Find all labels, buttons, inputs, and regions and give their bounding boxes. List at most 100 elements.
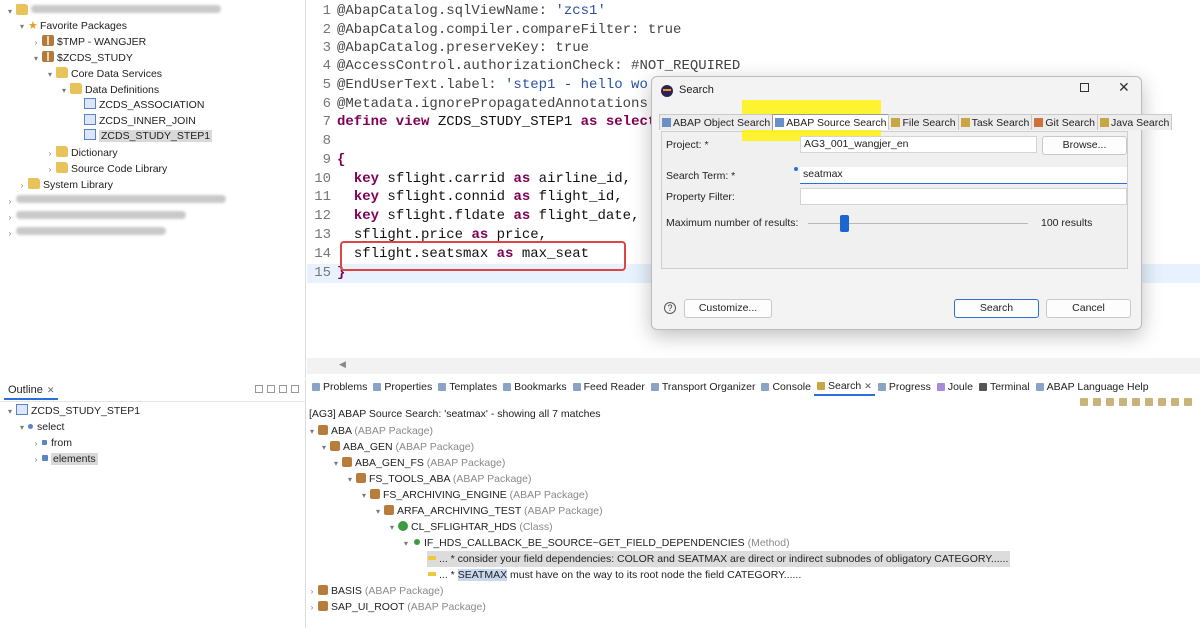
chevron-right-icon[interactable]: › bbox=[44, 146, 56, 162]
result-sap-ui-root[interactable]: › SAP_UI_ROOT (ABAP Package) bbox=[307, 599, 486, 615]
tree-item-favorite-packages[interactable]: ▾ ★ Favorite Packages bbox=[16, 18, 127, 34]
tab-templates[interactable]: Templates bbox=[435, 378, 500, 396]
help-icon[interactable]: ? bbox=[664, 302, 676, 314]
history-icon[interactable] bbox=[1171, 398, 1179, 406]
menu-icon[interactable] bbox=[1184, 398, 1192, 406]
chevron-down-icon[interactable]: ▾ bbox=[44, 67, 56, 83]
tab-properties[interactable]: Properties bbox=[370, 378, 435, 396]
chevron-down-icon[interactable]: ▾ bbox=[401, 536, 411, 552]
outline-item-select[interactable]: ▾ select bbox=[16, 419, 64, 435]
tab-bookmarks[interactable]: Bookmarks bbox=[500, 378, 570, 396]
result-match-2[interactable]: ... * SEATMAX must have on the way to it… bbox=[427, 567, 801, 583]
chevron-right-icon[interactable]: › bbox=[30, 452, 42, 468]
menu-icon[interactable] bbox=[291, 385, 299, 393]
result-cl-sflightar-hds[interactable]: ▾ CL_SFLIGHTAR_HDS (Class) bbox=[387, 519, 553, 535]
close-icon[interactable]: ✕ bbox=[47, 385, 55, 395]
result-match-1[interactable]: ... * consider your field dependencies: … bbox=[427, 551, 1011, 567]
sort-icon[interactable] bbox=[267, 385, 275, 393]
result-aba-gen[interactable]: ▾ ABA_GEN (ABAP Package) bbox=[319, 439, 474, 455]
outline-item-from[interactable]: › from bbox=[30, 435, 72, 451]
property-filter-input[interactable] bbox=[800, 188, 1127, 205]
next-match-icon[interactable] bbox=[1093, 398, 1101, 406]
chevron-right-icon[interactable]: › bbox=[30, 436, 42, 452]
chevron-down-icon[interactable]: ▾ bbox=[387, 520, 397, 536]
result-basis[interactable]: › BASIS (ABAP Package) bbox=[307, 583, 443, 599]
tab-terminal[interactable]: Terminal bbox=[976, 378, 1033, 396]
pin-icon[interactable] bbox=[1080, 398, 1088, 406]
close-icon[interactable]: ✕ bbox=[1118, 80, 1130, 96]
chevron-right-icon[interactable]: › bbox=[307, 584, 317, 600]
chevron-down-icon[interactable]: ▾ bbox=[30, 51, 42, 67]
result-fs-archiving-engine[interactable]: ▾ FS_ARCHIVING_ENGINE (ABAP Package) bbox=[359, 487, 588, 503]
tab-abap-object-search[interactable]: ABAP Object Search bbox=[659, 114, 774, 130]
chevron-down-icon[interactable]: ▾ bbox=[331, 456, 341, 472]
maximize-icon[interactable] bbox=[1080, 83, 1089, 92]
chevron-down-icon[interactable]: ▾ bbox=[16, 420, 28, 436]
search-term-input[interactable]: seatmax bbox=[800, 167, 1127, 184]
collapse-all-icon[interactable] bbox=[1132, 398, 1140, 406]
result-method[interactable]: ▾ IF_HDS_CALLBACK_BE_SOURCE~GET_FIELD_DEP… bbox=[401, 535, 790, 551]
tree-item-system[interactable]: ▾ bbox=[4, 3, 221, 19]
result-fs-tools-aba[interactable]: ▾ FS_TOOLS_ABA (ABAP Package) bbox=[345, 471, 531, 487]
tree-item-system-library[interactable]: › System Library bbox=[16, 177, 113, 193]
chevron-right-icon[interactable]: › bbox=[16, 178, 28, 194]
search-button[interactable]: Search bbox=[954, 299, 1039, 318]
chevron-down-icon[interactable]: ▾ bbox=[373, 504, 383, 520]
browse-button[interactable]: Browse... bbox=[1042, 136, 1127, 155]
result-aba[interactable]: ▾ ABA (ABAP Package) bbox=[307, 423, 433, 439]
customize-button[interactable]: Customize... bbox=[684, 299, 772, 318]
previous-match-icon[interactable] bbox=[1106, 398, 1114, 406]
tab-search[interactable]: Search ✕ bbox=[813, 378, 875, 396]
tab-progress[interactable]: Progress bbox=[875, 378, 934, 396]
tree-item-tmp-package[interactable]: › $TMP - WANGJER bbox=[30, 34, 146, 50]
tab-console[interactable]: Console bbox=[758, 378, 814, 396]
dialog-titlebar[interactable]: Search ✕ bbox=[652, 77, 1141, 105]
tab-git-search[interactable]: Git Search bbox=[1031, 114, 1098, 130]
max-results-slider-thumb[interactable] bbox=[840, 215, 849, 232]
tree-item-source-code-library[interactable]: › Source Code Library bbox=[44, 161, 167, 177]
tree-item-zcds-inner-join[interactable]: ZCDS_INNER_JOIN bbox=[72, 113, 196, 129]
tab-file-search[interactable]: File Search bbox=[888, 114, 959, 130]
tree-item-zcds-association[interactable]: ZCDS_ASSOCIATION bbox=[72, 97, 204, 113]
chevron-right-icon[interactable]: › bbox=[30, 35, 42, 51]
remove-icon[interactable] bbox=[1145, 398, 1153, 406]
tab-abap-source-search[interactable]: ABAP Source Search bbox=[772, 114, 890, 130]
tree-item-blurred-2[interactable]: › bbox=[4, 209, 186, 225]
tree-item-zcds-study[interactable]: ▾ $ZCDS_STUDY bbox=[30, 50, 133, 66]
tab-task-search[interactable]: Task Search bbox=[957, 114, 1033, 130]
result-arfa-archiving-test[interactable]: ▾ ARFA_ARCHIVING_TEST (ABAP Package) bbox=[373, 503, 603, 519]
collapse-all-icon[interactable] bbox=[255, 385, 263, 393]
scroll-left-icon[interactable]: ◀ bbox=[339, 360, 346, 370]
tree-item-core-data-services[interactable]: ▾ Core Data Services bbox=[44, 66, 162, 82]
tree-item-zcds-study-step1[interactable]: ZCDS_STUDY_STEP1 bbox=[72, 128, 213, 144]
cancel-button[interactable]: Cancel bbox=[1046, 299, 1131, 318]
chevron-down-icon[interactable]: ▾ bbox=[345, 472, 355, 488]
horizontal-scrollbar[interactable]: ◀ bbox=[307, 358, 1200, 374]
remove-all-icon[interactable] bbox=[1158, 398, 1166, 406]
result-aba-gen-fs[interactable]: ▾ ABA_GEN_FS (ABAP Package) bbox=[331, 455, 505, 471]
close-icon[interactable]: ✕ bbox=[864, 381, 872, 392]
chevron-down-icon[interactable]: ▾ bbox=[4, 4, 16, 20]
outline-item-root[interactable]: ▾ ZCDS_STUDY_STEP1 bbox=[4, 403, 140, 419]
expand-all-icon[interactable] bbox=[1119, 398, 1127, 406]
tree-item-data-definitions[interactable]: ▾ Data Definitions bbox=[58, 82, 159, 98]
chevron-down-icon[interactable]: ▾ bbox=[58, 83, 70, 99]
project-field[interactable]: AG3_001_wangjer_en bbox=[800, 136, 1037, 153]
tab-abap-language-help[interactable]: ABAP Language Help bbox=[1033, 378, 1152, 396]
tab-outline[interactable]: Outline ✕ bbox=[4, 382, 59, 400]
tab-joule[interactable]: Joule bbox=[934, 378, 976, 396]
tree-item-dictionary[interactable]: › Dictionary bbox=[44, 145, 118, 161]
tab-feed-reader[interactable]: Feed Reader bbox=[570, 378, 648, 396]
tree-item-blurred-3[interactable]: › bbox=[4, 225, 166, 241]
chevron-down-icon[interactable]: ▾ bbox=[16, 19, 28, 35]
tree-item-blurred-1[interactable]: › bbox=[4, 193, 226, 209]
tab-java-search[interactable]: Java Search bbox=[1096, 114, 1173, 130]
chevron-down-icon[interactable]: ▾ bbox=[4, 404, 16, 420]
outline-item-elements[interactable]: › elements bbox=[30, 451, 98, 467]
tab-problems[interactable]: Problems bbox=[309, 378, 370, 396]
chevron-down-icon[interactable]: ▾ bbox=[359, 488, 369, 504]
tab-transport-organizer[interactable]: Transport Organizer bbox=[648, 378, 759, 396]
chevron-right-icon[interactable]: › bbox=[307, 600, 317, 616]
chevron-right-icon[interactable]: › bbox=[44, 162, 56, 178]
chevron-down-icon[interactable]: ▾ bbox=[307, 424, 317, 440]
